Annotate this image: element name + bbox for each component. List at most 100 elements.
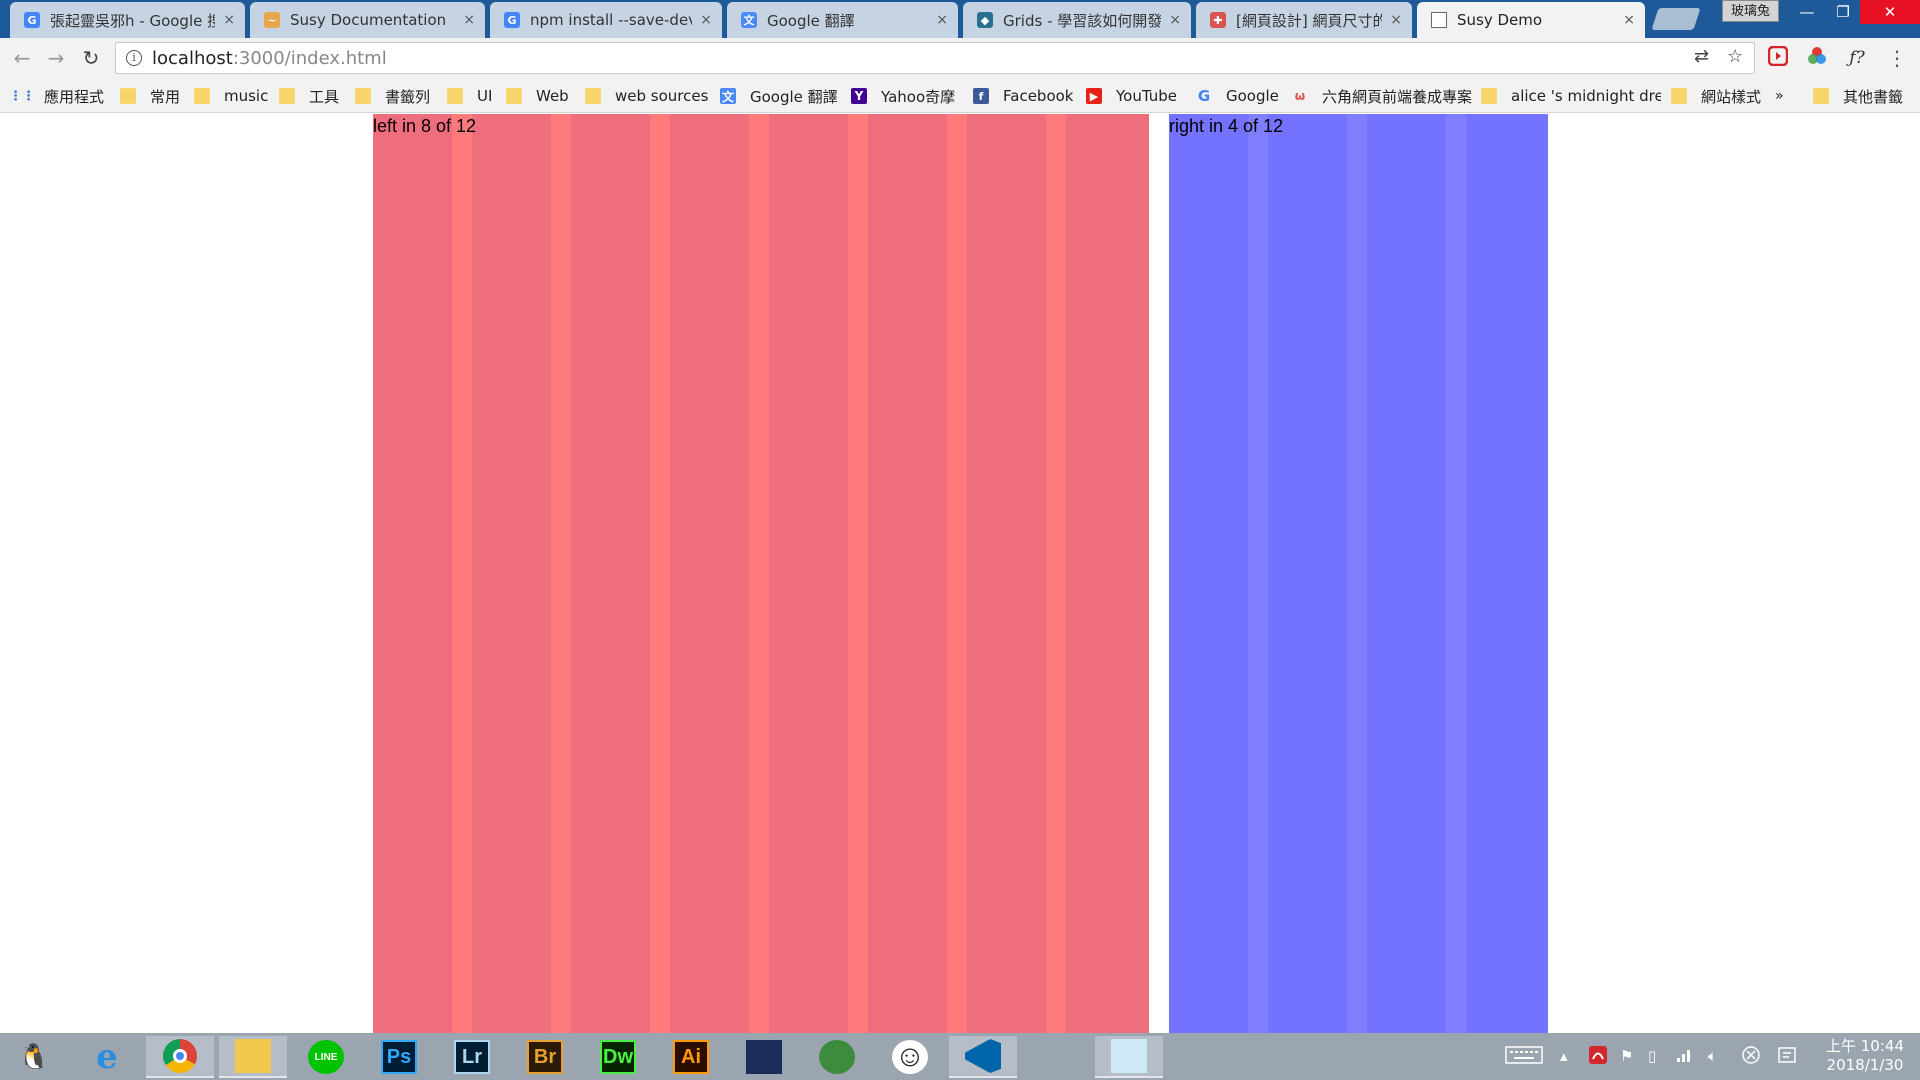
taskbar-app[interactable]: Br: [511, 1036, 579, 1078]
bookmark-label: 應用程式: [44, 87, 105, 106]
system-clock[interactable]: 上午 10:44 2018/1/30: [1815, 1037, 1915, 1075]
tab-7[interactable]: Susy Demo ×: [1417, 2, 1645, 38]
taskbar-app[interactable]: [730, 1036, 798, 1078]
close-window-button[interactable]: ✕: [1860, 0, 1920, 24]
tab-5[interactable]: ◆ Grids - 學習該如何開發 ×: [963, 2, 1191, 38]
color-picker-icon[interactable]: [1805, 46, 1829, 70]
taskbar-app[interactable]: [219, 1036, 287, 1078]
tab-close-icon[interactable]: ×: [1623, 12, 1635, 28]
taskbar-app[interactable]: [1095, 1036, 1163, 1078]
taskbar-app[interactable]: [949, 1036, 1017, 1078]
tab-title: Grids - 學習該如何開發: [1003, 11, 1162, 30]
bookmark-item[interactable]: G Google: [1196, 85, 1279, 107]
folder-icon: [1481, 88, 1497, 104]
bookmark-item[interactable]: 文 Google 翻譯: [720, 85, 838, 107]
line-icon: LINE: [308, 1040, 344, 1074]
bookmark-item[interactable]: ▶ YouTube: [1086, 85, 1177, 107]
address-bar[interactable]: i localhost:3000/index.html: [115, 42, 1755, 74]
folder-icon: [585, 88, 601, 104]
extension-red-icon[interactable]: [1766, 45, 1790, 70]
clock-time: 上午 10:44: [1826, 1037, 1904, 1055]
grid-column: [1466, 114, 1548, 1033]
tab-4[interactable]: 文 Google 翻譯 ×: [727, 2, 958, 38]
bookmark-label: web sources: [615, 87, 709, 105]
bookmark-label: 工具: [309, 87, 340, 106]
video-app-icon: [746, 1040, 782, 1074]
taskbar-app[interactable]: [146, 1036, 214, 1078]
grid-column: [769, 114, 848, 1033]
forward-button[interactable]: →: [44, 46, 68, 70]
bookmark-item[interactable]: 常用: [120, 85, 180, 107]
bookmark-item[interactable]: ⋮⋮ 應用程式: [14, 85, 104, 107]
bookmarks-bar: ⋮⋮ 應用程式 常用 music 工具 書籤列 UI Web web sources 文 Googl…: [0, 78, 1920, 113]
taskbar-app[interactable]: [803, 1036, 871, 1078]
volume-icon[interactable]: 🔈︎: [1708, 1045, 1717, 1067]
acrobat-tray-icon[interactable]: [1588, 1045, 1608, 1071]
youtube-icon: ▶: [1086, 88, 1102, 104]
star-icon[interactable]: ☆: [1727, 46, 1743, 68]
battery-icon[interactable]: ▯: [1648, 1045, 1656, 1067]
menu-icon[interactable]: ⋮: [1885, 46, 1909, 70]
tray-expand-icon[interactable]: ▴: [1560, 1045, 1568, 1067]
folder-icon: [1671, 88, 1687, 104]
taskbar-app[interactable]: Ps: [365, 1036, 433, 1078]
tab-2[interactable]: ~ Susy Documentation ×: [250, 2, 485, 38]
taskbar-app[interactable]: Ai: [657, 1036, 725, 1078]
bookmark-item[interactable]: 網站樣式: [1671, 85, 1761, 107]
grid-column: [1066, 114, 1149, 1033]
taskbar-app[interactable]: Dw: [584, 1036, 652, 1078]
tab-close-icon[interactable]: ×: [223, 12, 235, 28]
notification-off-icon[interactable]: [1741, 1045, 1761, 1071]
bookmark-item[interactable]: alice 's midnight dream: [1481, 85, 1661, 107]
bookmark-item[interactable]: ω 六角網頁前端養成專案: [1292, 85, 1472, 107]
translate-icon[interactable]: ⇄: [1694, 46, 1709, 68]
new-tab-button[interactable]: [1651, 8, 1701, 30]
bookmark-item[interactable]: web sources: [585, 85, 708, 107]
bookmark-item[interactable]: Y Yahoo奇摩: [851, 85, 955, 107]
taskbar: 🐧 e LINE Ps Lr Br Dw Ai ☺ ▴ ⚑ ▯ 🔈︎ 上午 10:44 2018…: [0, 1033, 1920, 1080]
page-content: left in 8 of 12 right in 4 of 12: [0, 114, 1920, 1033]
bookmark-label: 其他書籤: [1843, 87, 1904, 106]
tab-close-icon[interactable]: ×: [936, 12, 948, 28]
tab-close-icon[interactable]: ×: [463, 12, 475, 28]
site-info-icon[interactable]: i: [126, 50, 142, 66]
back-button[interactable]: ←: [10, 46, 34, 70]
bookmark-item[interactable]: music: [194, 85, 268, 107]
flag-icon[interactable]: ⚑: [1620, 1045, 1633, 1067]
grids-icon: ◆: [977, 12, 993, 28]
bookmarks-overflow-button[interactable]: »: [1775, 85, 1784, 107]
smiley-app-icon: ☺: [892, 1040, 928, 1074]
action-center-icon[interactable]: [1777, 1045, 1797, 1071]
folder-icon: [355, 88, 371, 104]
tab-6[interactable]: ✚ [網頁設計] 網頁尺寸的設定 ×: [1196, 2, 1412, 38]
taskbar-app[interactable]: ☺: [876, 1036, 944, 1078]
bookmark-item[interactable]: 書籤列: [355, 85, 430, 107]
tab-title: npm install --save-dev: [530, 11, 693, 29]
tab-close-icon[interactable]: ×: [1169, 12, 1181, 28]
bookmark-item[interactable]: f Facebook: [973, 85, 1073, 107]
keyboard-icon[interactable]: [1505, 1045, 1543, 1071]
profile-button[interactable]: 玻璃兔: [1722, 0, 1780, 22]
illustrator-icon: Ai: [673, 1040, 709, 1074]
tab-close-icon[interactable]: ×: [1390, 12, 1402, 28]
taskbar-app[interactable]: LINE: [292, 1036, 360, 1078]
reload-button[interactable]: ↻: [79, 46, 103, 70]
taskbar-app[interactable]: 🐧: [0, 1036, 68, 1078]
tab-title: Google 翻譯: [767, 11, 855, 30]
tab-close-icon[interactable]: ×: [700, 12, 712, 28]
tab-3[interactable]: Gnpm install --save-dev ×: [490, 2, 722, 38]
network-icon[interactable]: [1676, 1045, 1694, 1069]
fquery-icon[interactable]: ƒ?: [1845, 46, 1869, 70]
folder-icon: [120, 88, 136, 104]
taskbar-app[interactable]: Lr: [438, 1036, 506, 1078]
bookmark-item[interactable]: Web: [506, 85, 569, 107]
taskbar-app[interactable]: e: [73, 1036, 141, 1078]
taskbar-app[interactable]: [1022, 1036, 1090, 1078]
penguin-app-icon: 🐧: [17, 1041, 51, 1072]
bookmark-item[interactable]: UI: [447, 85, 492, 107]
bookmark-item[interactable]: 工具: [279, 85, 339, 107]
hexschool-icon: ω: [1294, 89, 1306, 103]
tab-1[interactable]: G 張起靈吳邪h - Google 搜尋 ×: [10, 2, 245, 38]
folder-icon: [194, 88, 210, 104]
other-bookmarks[interactable]: 其他書籤: [1813, 85, 1903, 107]
